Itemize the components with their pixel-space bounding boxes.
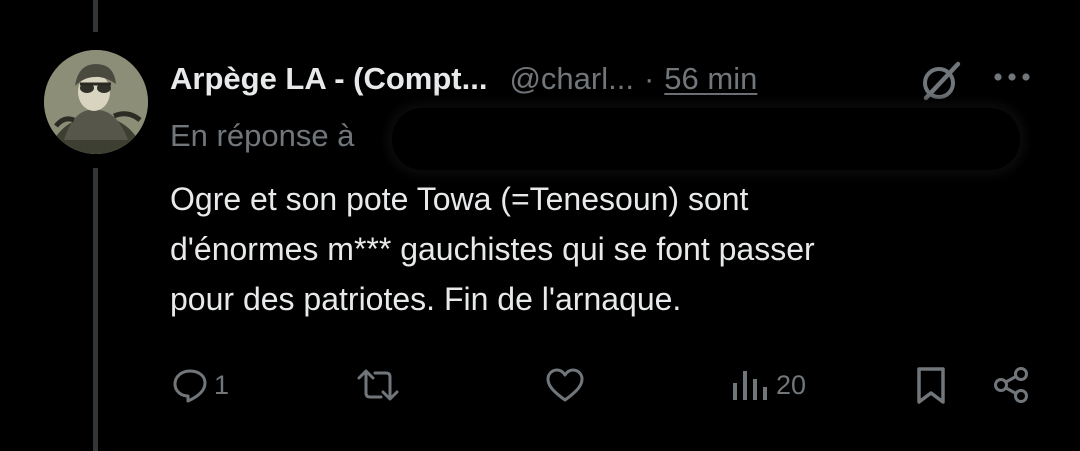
reply-icon xyxy=(173,369,207,403)
views-icon xyxy=(733,371,767,400)
views-count: 20 xyxy=(776,369,807,400)
grok-icon[interactable] xyxy=(918,58,964,104)
more-icon[interactable] xyxy=(990,62,1034,92)
user-handle[interactable]: @charl... xyxy=(509,61,634,97)
like-icon xyxy=(546,368,584,402)
retweet-icon xyxy=(357,369,399,401)
reply-context: En réponse à xyxy=(170,114,354,158)
share-button[interactable] xyxy=(992,355,1032,415)
tweet-header: Arpège LA - (Compt... @charl... · 56 min xyxy=(170,55,757,103)
bookmark-button[interactable] xyxy=(914,355,948,415)
tweet-text: Ogre et son pote Towa (=Tenesoun) sont d… xyxy=(170,181,815,317)
reply-count: 1 xyxy=(214,369,230,400)
retweet-button[interactable] xyxy=(355,355,407,415)
views-button[interactable]: 20 xyxy=(730,355,806,415)
avatar-image xyxy=(44,50,148,154)
thread-line-top xyxy=(93,0,98,32)
share-icon xyxy=(994,367,1028,403)
like-button[interactable] xyxy=(545,355,591,415)
bookmark-icon xyxy=(917,367,945,404)
timestamp-link[interactable]: 56 min xyxy=(664,61,757,97)
reply-button[interactable]: 1 xyxy=(172,355,229,415)
display-name[interactable]: Arpège LA - (Compt... xyxy=(170,61,487,97)
action-bar: 1 20 xyxy=(0,355,1080,415)
redaction-mark xyxy=(392,108,1020,170)
reply-prefix: En réponse à xyxy=(170,118,355,153)
separator-dot: · xyxy=(643,61,655,96)
avatar[interactable] xyxy=(44,50,148,154)
